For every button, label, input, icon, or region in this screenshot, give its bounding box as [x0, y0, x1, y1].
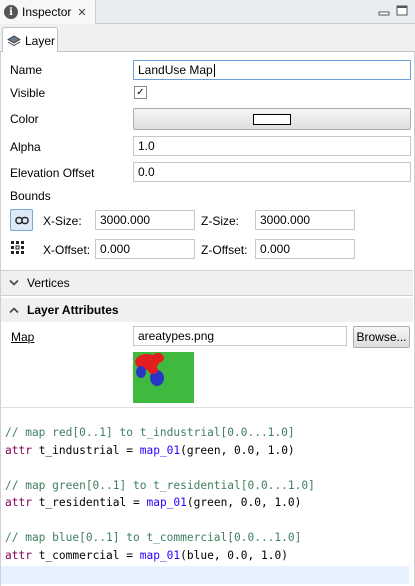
name-input-value: LandUse Map [138, 63, 213, 77]
code-token-keyword: attr [5, 443, 32, 457]
layer-icon [7, 35, 21, 46]
map-file-value: areatypes.png [138, 329, 215, 343]
map-thumbnail [133, 352, 194, 403]
map-link[interactable]: Map [11, 330, 34, 344]
x-offset-value: 0.000 [100, 242, 131, 256]
x-size-label: X-Size: [43, 214, 82, 228]
chevron-down-icon [9, 279, 19, 286]
code-token-function: map_01 [146, 496, 187, 509]
vertices-section-header[interactable]: Vertices [1, 271, 413, 295]
layer-attributes-title: Layer Attributes [27, 303, 119, 317]
code-token-function: map_01 [139, 548, 181, 562]
code-line: // map red[0..1] to t_industrial[0.0...1… [5, 426, 295, 439]
vertices-title: Vertices [27, 276, 70, 290]
text-cursor [213, 63, 215, 77]
code-line: attr t_industrial = map_01(green, 0.0, 1… [5, 443, 295, 457]
color-picker-button[interactable] [133, 108, 411, 130]
browse-button-label: Browse... [356, 330, 407, 344]
z-size-value: 3000.000 [260, 213, 311, 227]
name-label: Name [10, 63, 43, 77]
z-size-input[interactable]: 3000.000 [255, 210, 355, 230]
bounds-label: Bounds [10, 189, 51, 203]
code-token-keyword: attr [5, 548, 32, 562]
alpha-label: Alpha [10, 140, 41, 154]
tab-title: Inspector [22, 5, 72, 19]
layer-attributes-section-header[interactable]: Layer Attributes [1, 298, 413, 322]
map-file-input[interactable]: areatypes.png [133, 326, 347, 346]
name-input[interactable]: LandUse Map [133, 60, 411, 80]
x-size-value: 3000.000 [100, 213, 151, 227]
elevation-offset-value: 0.0 [138, 165, 155, 179]
z-offset-value: 0.000 [260, 242, 291, 256]
z-offset-label: Z-Offset: [201, 243, 248, 257]
minimize-icon[interactable] [377, 4, 391, 18]
link-size-toggle[interactable] [10, 209, 33, 231]
code-token-keyword: attr [5, 496, 32, 509]
maximize-icon[interactable] [395, 4, 409, 18]
color-swatch [253, 113, 291, 125]
close-icon[interactable]: ✕ [77, 6, 86, 19]
window-controls [377, 4, 409, 18]
elevation-offset-label: Elevation Offset [10, 166, 95, 180]
code-line: attr t_commercial = map_01(blue, 0.0, 1.… [5, 548, 288, 562]
chevron-up-icon [9, 307, 19, 314]
tab-layer[interactable]: Layer [2, 27, 58, 53]
z-offset-input[interactable]: 0.000 [255, 239, 355, 259]
x-offset-label: X-Offset: [43, 243, 91, 257]
link-icon [14, 216, 29, 224]
visible-label: Visible [10, 86, 46, 100]
visible-checkbox[interactable]: ✓ [134, 86, 147, 99]
alpha-input[interactable]: 1.0 [133, 136, 411, 156]
alpha-input-value: 1.0 [138, 139, 155, 153]
layer-tab-strip [0, 24, 415, 52]
color-label: Color [10, 112, 39, 126]
code-line: // map blue[0..1] to t_commercial[0.0...… [5, 531, 302, 544]
tab-inspector[interactable]: i Inspector ✕ [0, 0, 96, 24]
divider [1, 295, 413, 296]
code-current-line [1, 566, 409, 584]
code-line: // map green[0..1] to t_residential[0.0.… [5, 478, 315, 492]
elevation-offset-input[interactable]: 0.0 [133, 162, 411, 182]
browse-button[interactable]: Browse... [353, 326, 410, 348]
layer-tab-label: Layer [25, 33, 56, 48]
x-size-input[interactable]: 3000.000 [95, 210, 195, 230]
code-line: attr t_residential = map_01(green, 0.0, … [5, 496, 302, 509]
info-icon: i [4, 5, 18, 19]
x-offset-input[interactable]: 0.000 [95, 239, 195, 259]
code-token-function: map_01 [139, 443, 181, 457]
attribute-code-editor[interactable]: // map red[0..1] to t_industrial[0.0...1… [1, 407, 413, 586]
z-size-label: Z-Size: [201, 214, 240, 228]
anchor-grid-icon[interactable] [10, 240, 26, 256]
